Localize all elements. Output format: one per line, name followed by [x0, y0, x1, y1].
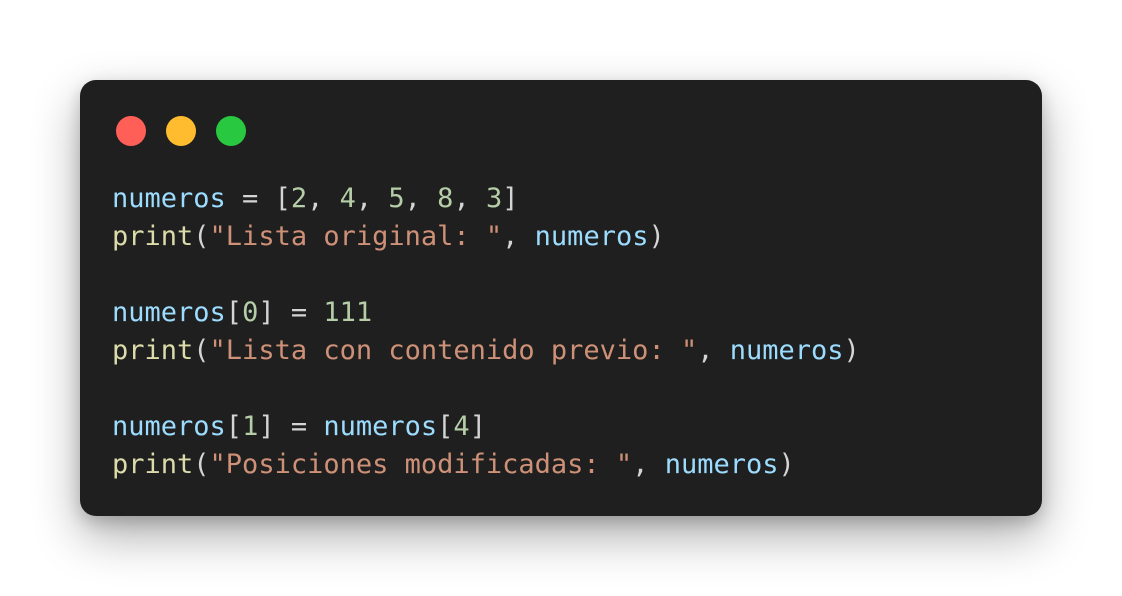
- code-token-str: "Lista original: ": [209, 221, 503, 252]
- code-token-op: [: [437, 411, 454, 442]
- code-token-var: numeros: [729, 335, 844, 366]
- code-token-op: (: [193, 449, 210, 480]
- code-token-op: [: [225, 411, 243, 442]
- code-token-var: numeros: [112, 411, 226, 442]
- code-token-op: ,: [404, 183, 438, 214]
- code-token-op: ): [778, 449, 795, 480]
- code-token-op: ] =: [258, 297, 324, 328]
- code-token-num: 0: [242, 297, 259, 328]
- window-controls: [116, 116, 246, 146]
- code-token-num: 1: [242, 411, 259, 442]
- code-token-num: 4: [339, 183, 356, 214]
- code-token-op: ,: [697, 335, 730, 366]
- code-token-op: ] =: [258, 411, 324, 442]
- code-line: print("Lista con contenido previo: ", nu…: [112, 332, 860, 370]
- code-block: numeros = [2, 4, 5, 8, 3] print("Lista or…: [112, 180, 860, 484]
- code-line: numeros[1] = numeros[4]: [112, 408, 860, 446]
- code-token-op: (: [193, 221, 210, 252]
- code-token-num: 3: [485, 183, 503, 214]
- code-line: print("Posiciones modificadas: ", numero…: [112, 446, 860, 484]
- code-token-var: numeros: [323, 411, 438, 442]
- code-token-var: numeros: [664, 449, 779, 480]
- code-token-op: ,: [453, 183, 486, 214]
- code-token-num: 8: [437, 183, 454, 214]
- code-token-func: print: [112, 449, 194, 480]
- code-token-func: print: [112, 221, 194, 252]
- code-token-op: ): [648, 221, 665, 252]
- code-token-str: "Posiciones modificadas: ": [209, 449, 633, 480]
- code-token-var: numeros: [112, 297, 226, 328]
- code-token-func: print: [112, 335, 194, 366]
- code-window: numeros = [2, 4, 5, 8, 3] print("Lista or…: [80, 80, 1042, 516]
- maximize-button[interactable]: [216, 116, 246, 146]
- code-line: numeros = [2, 4, 5, 8, 3]: [112, 180, 860, 218]
- code-token-op: ,: [632, 449, 665, 480]
- code-token-op: [: [225, 297, 243, 328]
- code-token-op: ,: [355, 183, 389, 214]
- code-token-op: ]: [502, 183, 519, 214]
- close-button[interactable]: [116, 116, 146, 146]
- code-token-num: 5: [388, 183, 405, 214]
- code-line: print("Lista original: ", numeros): [112, 218, 860, 256]
- code-token-num: 2: [290, 183, 308, 214]
- code-token-str: "Lista con contenido previo: ": [209, 335, 698, 366]
- code-token-op: ,: [502, 221, 535, 252]
- code-line: numeros[0] = 111: [112, 294, 860, 332]
- code-token-op: ): [843, 335, 860, 366]
- minimize-button[interactable]: [166, 116, 196, 146]
- code-token-op: = [: [225, 183, 291, 214]
- code-token-var: numeros: [534, 221, 649, 252]
- code-token-num: 111: [323, 297, 373, 328]
- code-token-op: ]: [469, 411, 486, 442]
- code-token-num: 4: [453, 411, 470, 442]
- code-token-var: numeros: [112, 183, 226, 214]
- code-token-op: (: [193, 335, 210, 366]
- code-token-op: ,: [307, 183, 340, 214]
